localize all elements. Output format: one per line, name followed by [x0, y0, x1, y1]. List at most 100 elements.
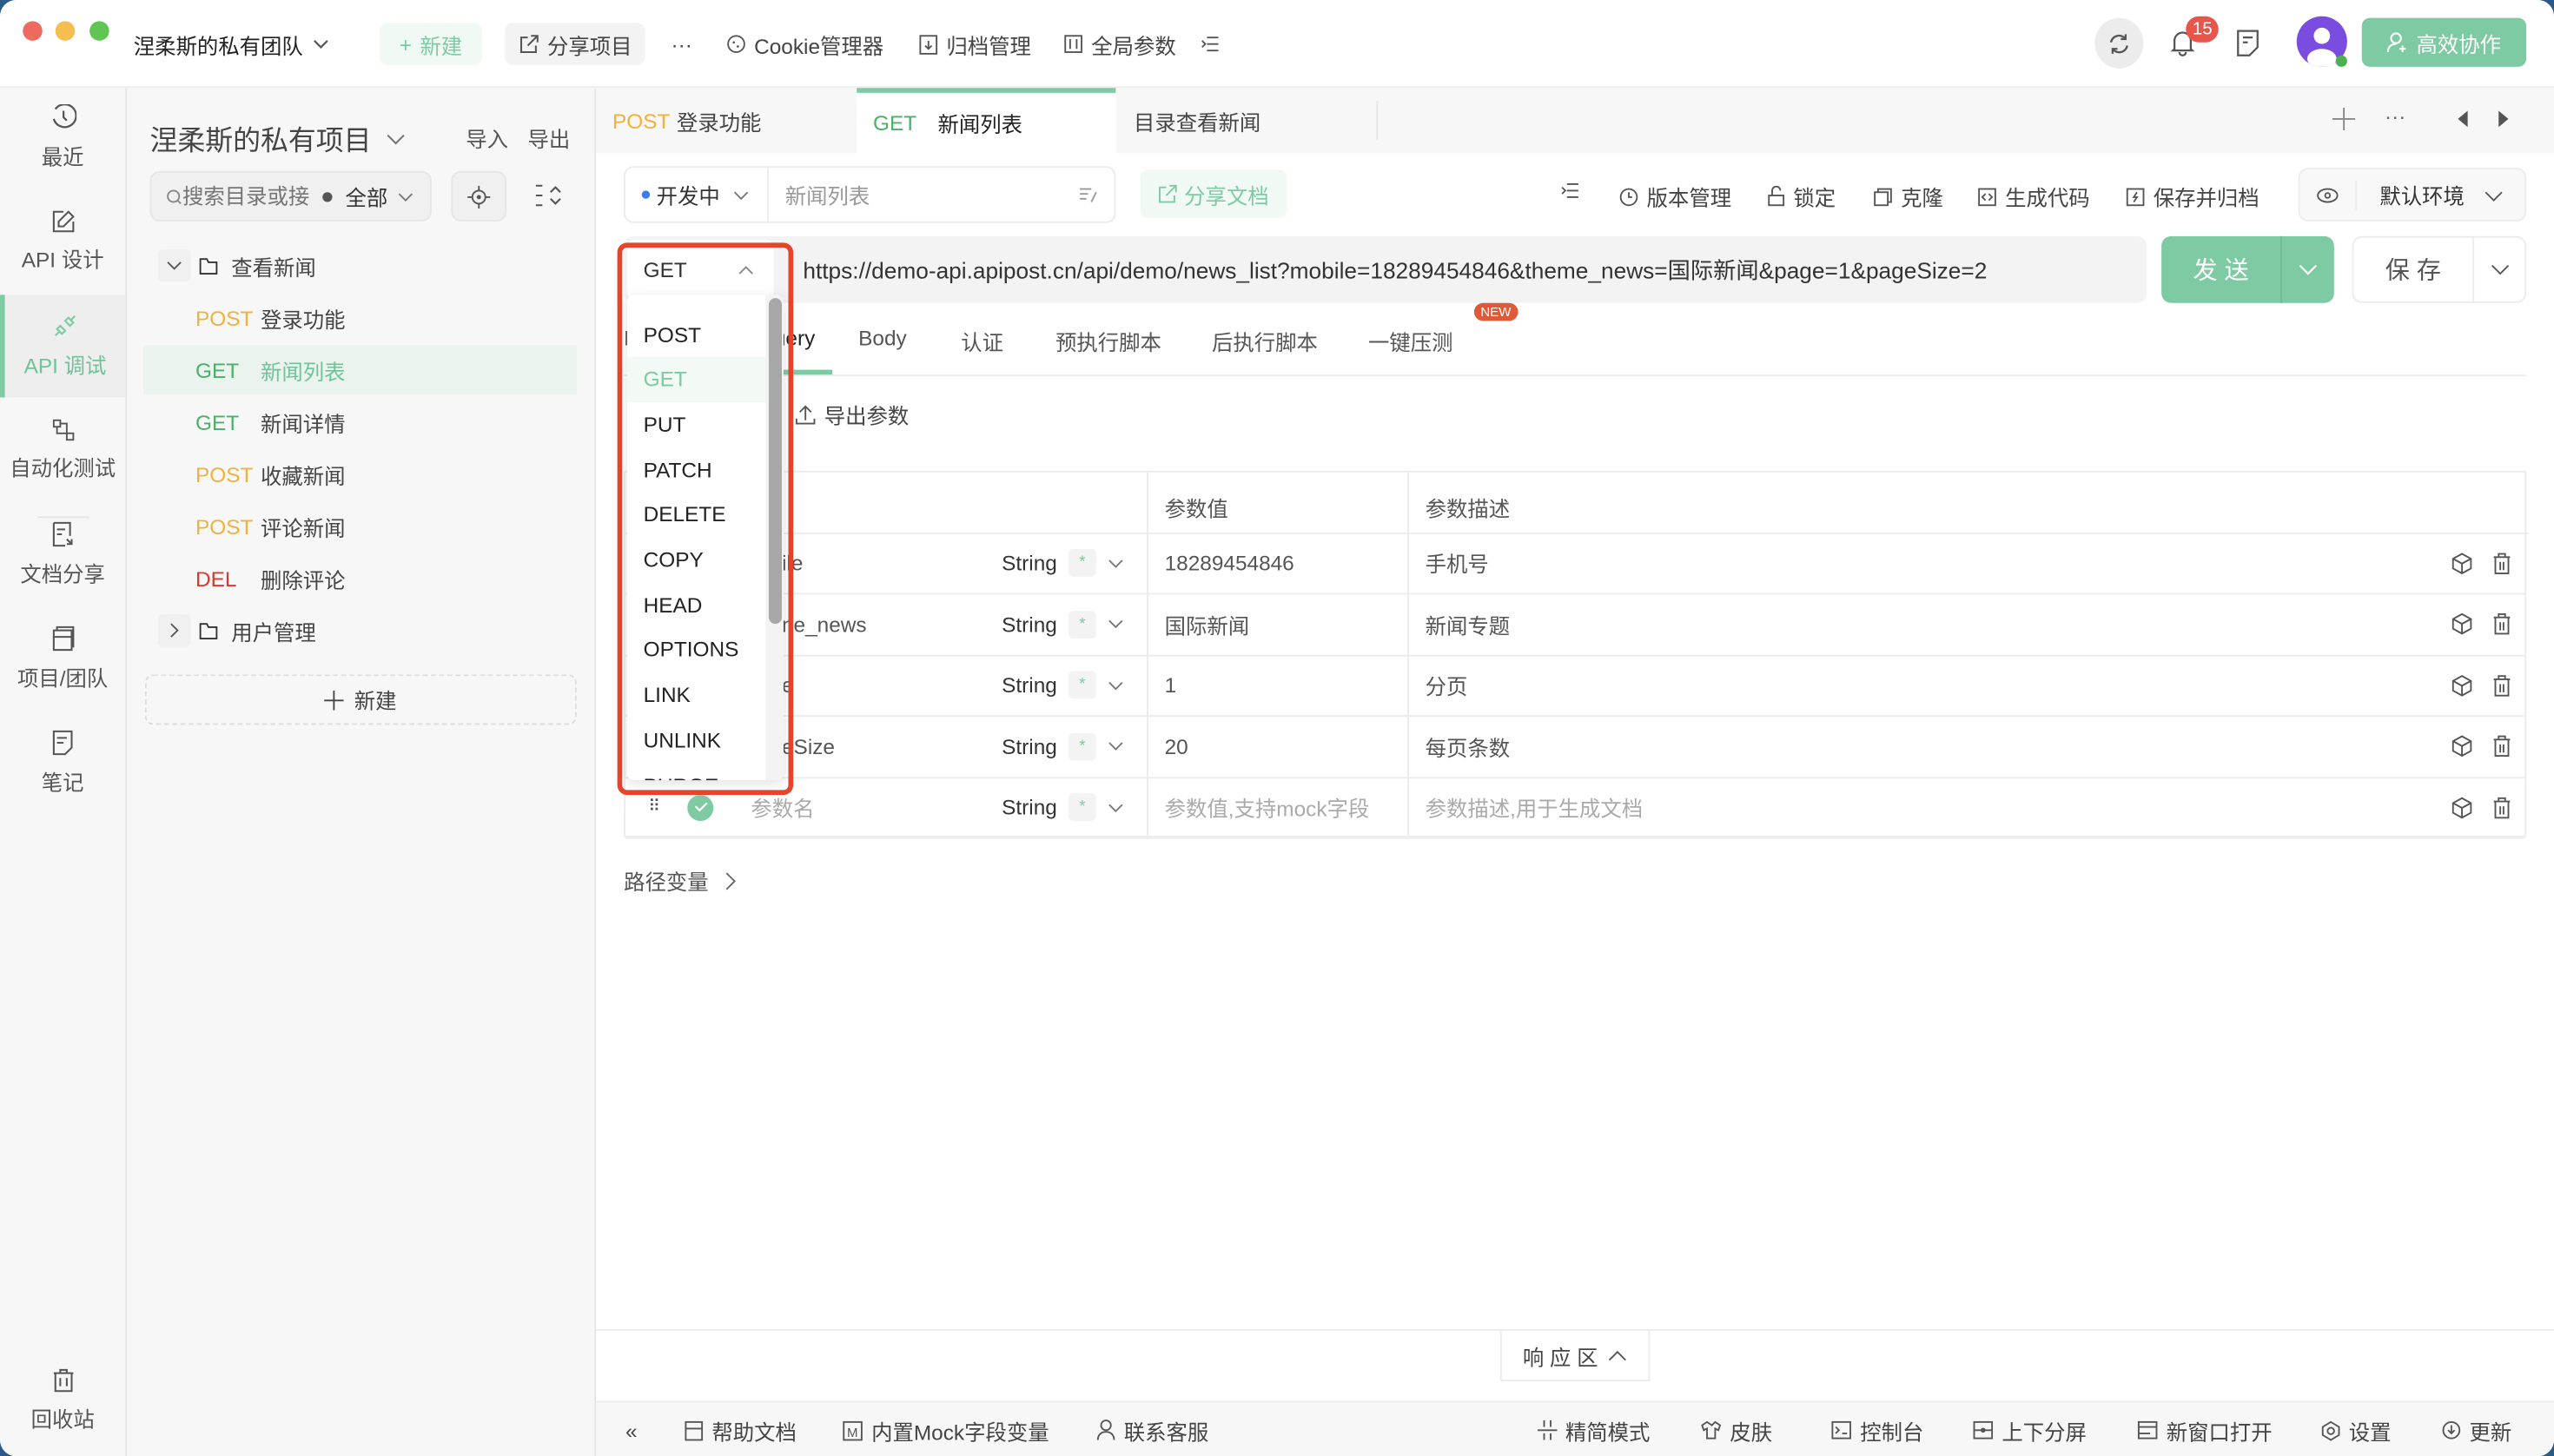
- tab-auth[interactable]: 认证: [961, 326, 1003, 357]
- save-button[interactable]: 保 存: [2352, 235, 2527, 303]
- method-option-options[interactable]: OPTIONS: [627, 627, 765, 673]
- method-option-post[interactable]: POST: [627, 311, 765, 357]
- save-archive-button[interactable]: 保存并归档: [2126, 181, 2260, 212]
- delete-row-icon[interactable]: [2492, 655, 2512, 715]
- path-variables-toggle[interactable]: 路径变量: [624, 865, 738, 897]
- nav-automation[interactable]: 自动化测试: [0, 400, 125, 499]
- method-option-purge[interactable]: PURGE: [627, 763, 765, 780]
- clone-button[interactable]: 克隆: [1873, 181, 1943, 212]
- share-doc-button[interactable]: 分享文档: [1140, 169, 1287, 219]
- nav-trash[interactable]: 回收站: [0, 1352, 125, 1450]
- collaborate-button[interactable]: 高效协作: [2361, 17, 2527, 67]
- send-button[interactable]: 发 送: [2161, 235, 2334, 303]
- tab-login[interactable]: POST 登录功能: [596, 88, 857, 153]
- required-toggle[interactable]: *: [1069, 777, 1096, 837]
- delete-row-icon[interactable]: [2492, 716, 2512, 776]
- nav-notes[interactable]: 笔记: [0, 713, 125, 811]
- tree-item-selected[interactable]: GET 新闻列表: [143, 345, 577, 394]
- param-type-select[interactable]: String: [1002, 533, 1057, 592]
- required-toggle[interactable]: *: [1069, 655, 1096, 715]
- settings-button[interactable]: 设置: [2321, 1402, 2392, 1456]
- mock-cube-icon[interactable]: [2451, 777, 2472, 837]
- param-desc-input[interactable]: 分页: [1426, 655, 1468, 715]
- mock-vars-button[interactable]: M 内置Mock字段变量: [842, 1402, 1049, 1456]
- save-options-chevron-icon[interactable]: [2474, 263, 2524, 276]
- eye-icon[interactable]: [2300, 180, 2358, 209]
- sync-button[interactable]: [2094, 17, 2144, 69]
- param-desc-input[interactable]: 参数描述,用于生成文档: [1426, 777, 1644, 837]
- status-select[interactable]: 开发中: [625, 168, 769, 222]
- search-input[interactable]: [182, 183, 310, 208]
- tree-new-button[interactable]: 新建: [144, 674, 577, 725]
- chevron-down-icon[interactable]: [1108, 777, 1124, 837]
- method-option-head[interactable]: HEAD: [627, 582, 765, 628]
- method-option-delete[interactable]: DELETE: [627, 492, 765, 538]
- maximize-window-button[interactable]: [89, 21, 109, 41]
- tree-item[interactable]: GET 新闻详情: [143, 398, 577, 447]
- response-toggle[interactable]: 响 应 区: [1499, 1330, 1651, 1381]
- nav-projects[interactable]: 项目/团队: [0, 609, 125, 707]
- nav-doc-share[interactable]: 文档分享: [0, 505, 125, 603]
- nav-api-debug[interactable]: API 调试: [0, 295, 126, 398]
- nav-recent[interactable]: 最近: [0, 88, 125, 186]
- new-window-button[interactable]: 新窗口打开: [2137, 1402, 2273, 1456]
- filter-select[interactable]: 全部: [346, 181, 388, 212]
- more-button[interactable]: ···: [672, 23, 692, 65]
- tab-body[interactable]: Body: [858, 326, 907, 350]
- tab-news-list[interactable]: GET 新闻列表: [857, 88, 1116, 154]
- help-docs-button[interactable]: 帮助文档: [685, 1402, 797, 1456]
- close-window-button[interactable]: [23, 21, 43, 41]
- collapse-all-button[interactable]: [534, 182, 564, 208]
- tab-post-script[interactable]: 后执行脚本: [1212, 326, 1318, 357]
- param-name-input[interactable]: ne_news: [782, 593, 867, 653]
- param-type-select[interactable]: String: [1002, 593, 1057, 653]
- fold-toolbar-button[interactable]: [1560, 181, 1580, 201]
- tree-item[interactable]: DEL 删除评论: [143, 554, 577, 603]
- dropdown-scrollbar-track[interactable]: [765, 295, 784, 781]
- cookie-manager-button[interactable]: Cookie管理器: [726, 23, 883, 65]
- param-type-select[interactable]: String: [1002, 777, 1057, 837]
- param-type-select[interactable]: String: [1002, 716, 1057, 776]
- mock-cube-icon[interactable]: [2451, 716, 2472, 776]
- locate-button[interactable]: [451, 170, 507, 222]
- param-desc-input[interactable]: 每页条数: [1426, 716, 1511, 776]
- chevron-down-icon[interactable]: [1108, 593, 1124, 653]
- export-params-button[interactable]: 导出参数: [795, 399, 909, 430]
- tree-item[interactable]: POST 评论新闻: [143, 502, 577, 551]
- chevron-down-icon[interactable]: [1108, 533, 1124, 592]
- param-value-input[interactable]: 18289454846: [1165, 533, 1294, 592]
- update-button[interactable]: 更新: [2442, 1402, 2511, 1456]
- skin-button[interactable]: 皮肤: [1701, 1402, 1772, 1456]
- new-tab-button[interactable]: [2332, 107, 2356, 130]
- env-select[interactable]: 默认环境: [2298, 168, 2527, 222]
- tab-next-icon[interactable]: [2497, 110, 2510, 128]
- method-option-copy[interactable]: COPY: [627, 537, 765, 583]
- chevron-down-icon[interactable]: [1108, 655, 1124, 715]
- param-value-input[interactable]: 20: [1165, 716, 1188, 776]
- chevron-right-icon[interactable]: [157, 613, 191, 647]
- export-button[interactable]: 导出: [528, 122, 571, 154]
- send-options-chevron-icon[interactable]: [2282, 263, 2334, 276]
- tree-item[interactable]: POST 收藏新闻: [143, 450, 577, 499]
- param-type-select[interactable]: String: [1002, 655, 1057, 715]
- param-value-input[interactable]: 国际新闻: [1165, 593, 1250, 653]
- collapse-menu-button[interactable]: [1201, 23, 1221, 65]
- tab-folder-news[interactable]: 目录查看新闻: [1117, 101, 1379, 141]
- param-value-input[interactable]: 参数值,支持mock字段: [1165, 777, 1370, 837]
- tab-prev-icon[interactable]: [2457, 110, 2470, 128]
- tree-item[interactable]: POST 登录功能: [143, 294, 577, 342]
- contact-support-button[interactable]: 联系客服: [1096, 1402, 1208, 1456]
- nav-api-design[interactable]: API 设计: [0, 192, 125, 290]
- console-button[interactable]: 控制台: [1831, 1402, 1923, 1456]
- archive-manager-button[interactable]: 归档管理: [919, 23, 1031, 65]
- new-button[interactable]: + 新建: [379, 23, 482, 65]
- method-option-patch[interactable]: PATCH: [627, 447, 765, 493]
- method-option-link[interactable]: LINK: [627, 672, 765, 718]
- project-switcher[interactable]: 涅柔斯的私有项目: [150, 117, 407, 158]
- collapse-sidebar-icon[interactable]: «: [625, 1402, 638, 1456]
- method-option-unlink[interactable]: UNLINK: [627, 718, 765, 764]
- share-project-button[interactable]: 分享项目: [505, 23, 645, 65]
- notifications-button[interactable]: 15: [2170, 16, 2220, 57]
- compact-mode-button[interactable]: 精简模式: [1538, 1402, 1650, 1456]
- docs-button[interactable]: [2236, 30, 2260, 57]
